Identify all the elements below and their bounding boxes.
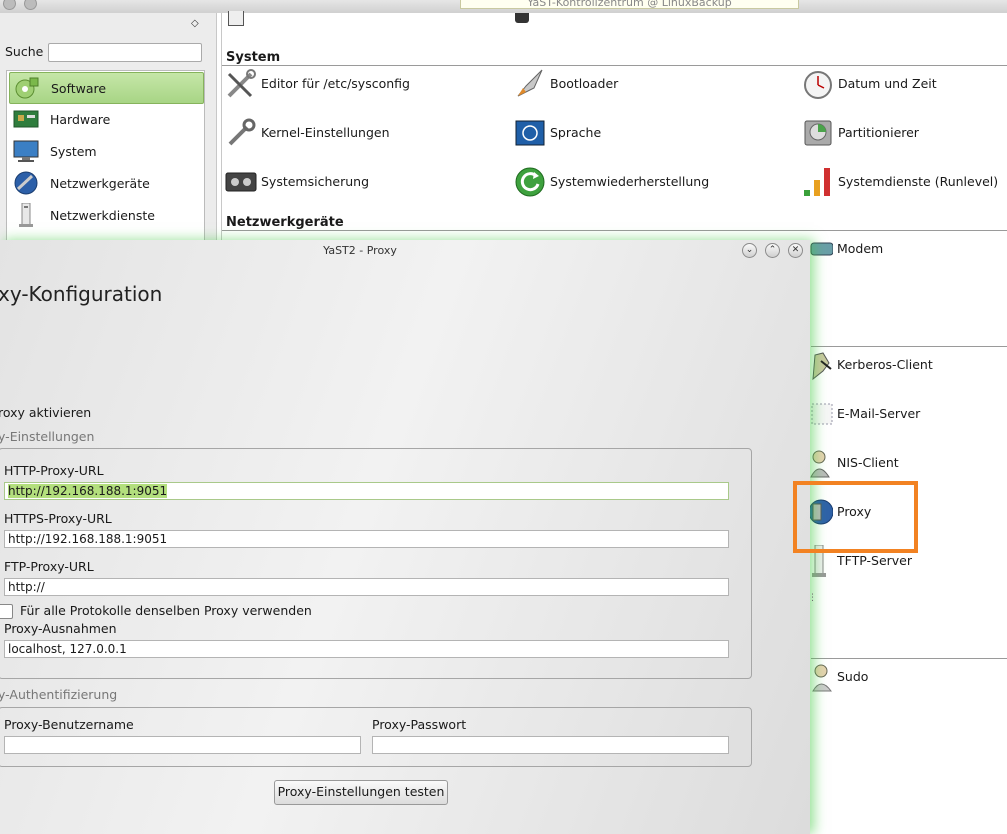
- section-divider: [222, 230, 1007, 231]
- window-menu-icon[interactable]: [3, 0, 16, 10]
- same-proxy-label[interactable]: Für alle Protokolle denselben Proxy verw…: [20, 603, 312, 618]
- category-network-devices[interactable]: Netzwerkgeräte: [9, 168, 202, 198]
- category-hardware[interactable]: Hardware: [9, 104, 202, 134]
- background-window-title: YaST-Kontrollzentrum @ LinuxBackup: [460, 0, 799, 9]
- module-label: TFTP-Server: [837, 553, 913, 568]
- partial-module-icon: [228, 11, 244, 26]
- dialog-title: YaST2 - Proxy: [323, 244, 397, 257]
- section-divider: [811, 346, 1007, 347]
- http-proxy-label: HTTP-Proxy-URL: [4, 463, 104, 478]
- minimize-icon[interactable]: ⌄: [742, 243, 757, 258]
- section-divider: [811, 658, 1007, 659]
- category-software[interactable]: Software: [9, 72, 204, 104]
- auth-group-title: y-Authentifizierung: [0, 687, 118, 702]
- password-label: Proxy-Passwort: [372, 717, 467, 732]
- search-input[interactable]: [48, 43, 202, 62]
- module-label: E-Mail-Server: [837, 406, 921, 421]
- category-label: Netzwerkgeräte: [50, 176, 150, 191]
- tools-icon: [227, 69, 256, 98]
- username-label: Proxy-Benutzername: [4, 717, 134, 732]
- restore-icon: [515, 167, 545, 197]
- ftp-proxy-label: FTP-Proxy-URL: [4, 559, 94, 574]
- https-proxy-label: HTTPS-Proxy-URL: [4, 511, 112, 526]
- module-label: Systemsicherung: [261, 174, 370, 189]
- maximize-icon[interactable]: ⌃: [765, 243, 780, 258]
- http-proxy-field[interactable]: http://192.168.188.1:9051: [4, 482, 729, 500]
- hardware-icon: [13, 110, 39, 128]
- language-flag-icon: [515, 120, 545, 146]
- category-label: Netzwerkdienste: [50, 208, 155, 223]
- module-label: Editor für /etc/sysconfig: [261, 76, 410, 91]
- software-icon: [15, 77, 39, 99]
- window-pin-icon[interactable]: [24, 0, 37, 10]
- sidebar-collapse-icon[interactable]: ◇: [191, 18, 199, 29]
- proxy-dialog: YaST2 - Proxy ⌄ ⌃ ✕ xy-Konfiguration rox…: [0, 240, 810, 834]
- category-label: Software: [51, 81, 107, 96]
- wrench-icon: [228, 118, 256, 146]
- section-system: System: [226, 50, 281, 65]
- test-proxy-button[interactable]: Proxy-Einstellungen testen: [274, 780, 448, 805]
- module-label: Bootloader: [550, 76, 619, 91]
- http-proxy-value: http://192.168.188.1:9051: [8, 484, 168, 498]
- category-system[interactable]: System: [9, 136, 202, 166]
- module-label: Sudo: [837, 669, 869, 684]
- module-label: NIS-Client: [837, 455, 899, 470]
- category-network-services[interactable]: Netzwerkdienste: [9, 200, 202, 230]
- module-label: Modem: [837, 241, 884, 256]
- settings-group-title: y-Einstellungen: [0, 429, 95, 444]
- exceptions-field[interactable]: localhost, 127.0.0.1: [4, 640, 729, 658]
- search-label: Suche: [5, 44, 44, 59]
- category-list: Software Hardware System Netzwerkgeräte …: [6, 70, 205, 246]
- disk-icon: [804, 120, 832, 146]
- same-proxy-checkbox[interactable]: [0, 604, 13, 619]
- system-icon: [13, 140, 39, 162]
- background-window-titlebar: YaST-Kontrollzentrum @ LinuxBackup: [0, 0, 1007, 13]
- network-devices-icon: [14, 171, 38, 195]
- https-proxy-field[interactable]: http://192.168.188.1:9051: [4, 530, 729, 548]
- splitter-handle[interactable]: ⋮: [808, 593, 817, 603]
- network-services-icon: [19, 203, 33, 227]
- module-label: Systemdienste (Runlevel): [838, 174, 999, 189]
- module-label: Systemwiederherstellung: [550, 174, 710, 189]
- module-label: Kerberos-Client: [837, 357, 933, 372]
- section-network-devices: Netzwerkgeräte: [226, 215, 344, 230]
- partial-module-icon: [515, 13, 529, 23]
- module-label: Datum und Zeit: [838, 76, 937, 91]
- exceptions-label: Proxy-Ausnahmen: [4, 621, 117, 636]
- enable-proxy-option[interactable]: roxy aktivieren: [0, 405, 91, 420]
- close-icon[interactable]: ✕: [788, 243, 803, 258]
- category-label: System: [50, 144, 97, 159]
- proxy-highlight-box: [793, 481, 918, 553]
- module-label: Sprache: [550, 125, 602, 140]
- module-label: Kernel-Einstellungen: [261, 125, 390, 140]
- page-title: xy-Konfiguration: [0, 282, 163, 306]
- category-label: Hardware: [50, 112, 111, 127]
- username-field[interactable]: [4, 736, 361, 754]
- clock-icon: [804, 71, 832, 99]
- rocket-icon: [517, 69, 543, 97]
- password-field[interactable]: [372, 736, 729, 754]
- ftp-proxy-field[interactable]: http://: [4, 578, 729, 596]
- tape-icon: [225, 172, 257, 192]
- section-divider: [222, 65, 1007, 66]
- module-label: Partitionierer: [838, 125, 919, 140]
- runlevel-icon: [804, 168, 830, 196]
